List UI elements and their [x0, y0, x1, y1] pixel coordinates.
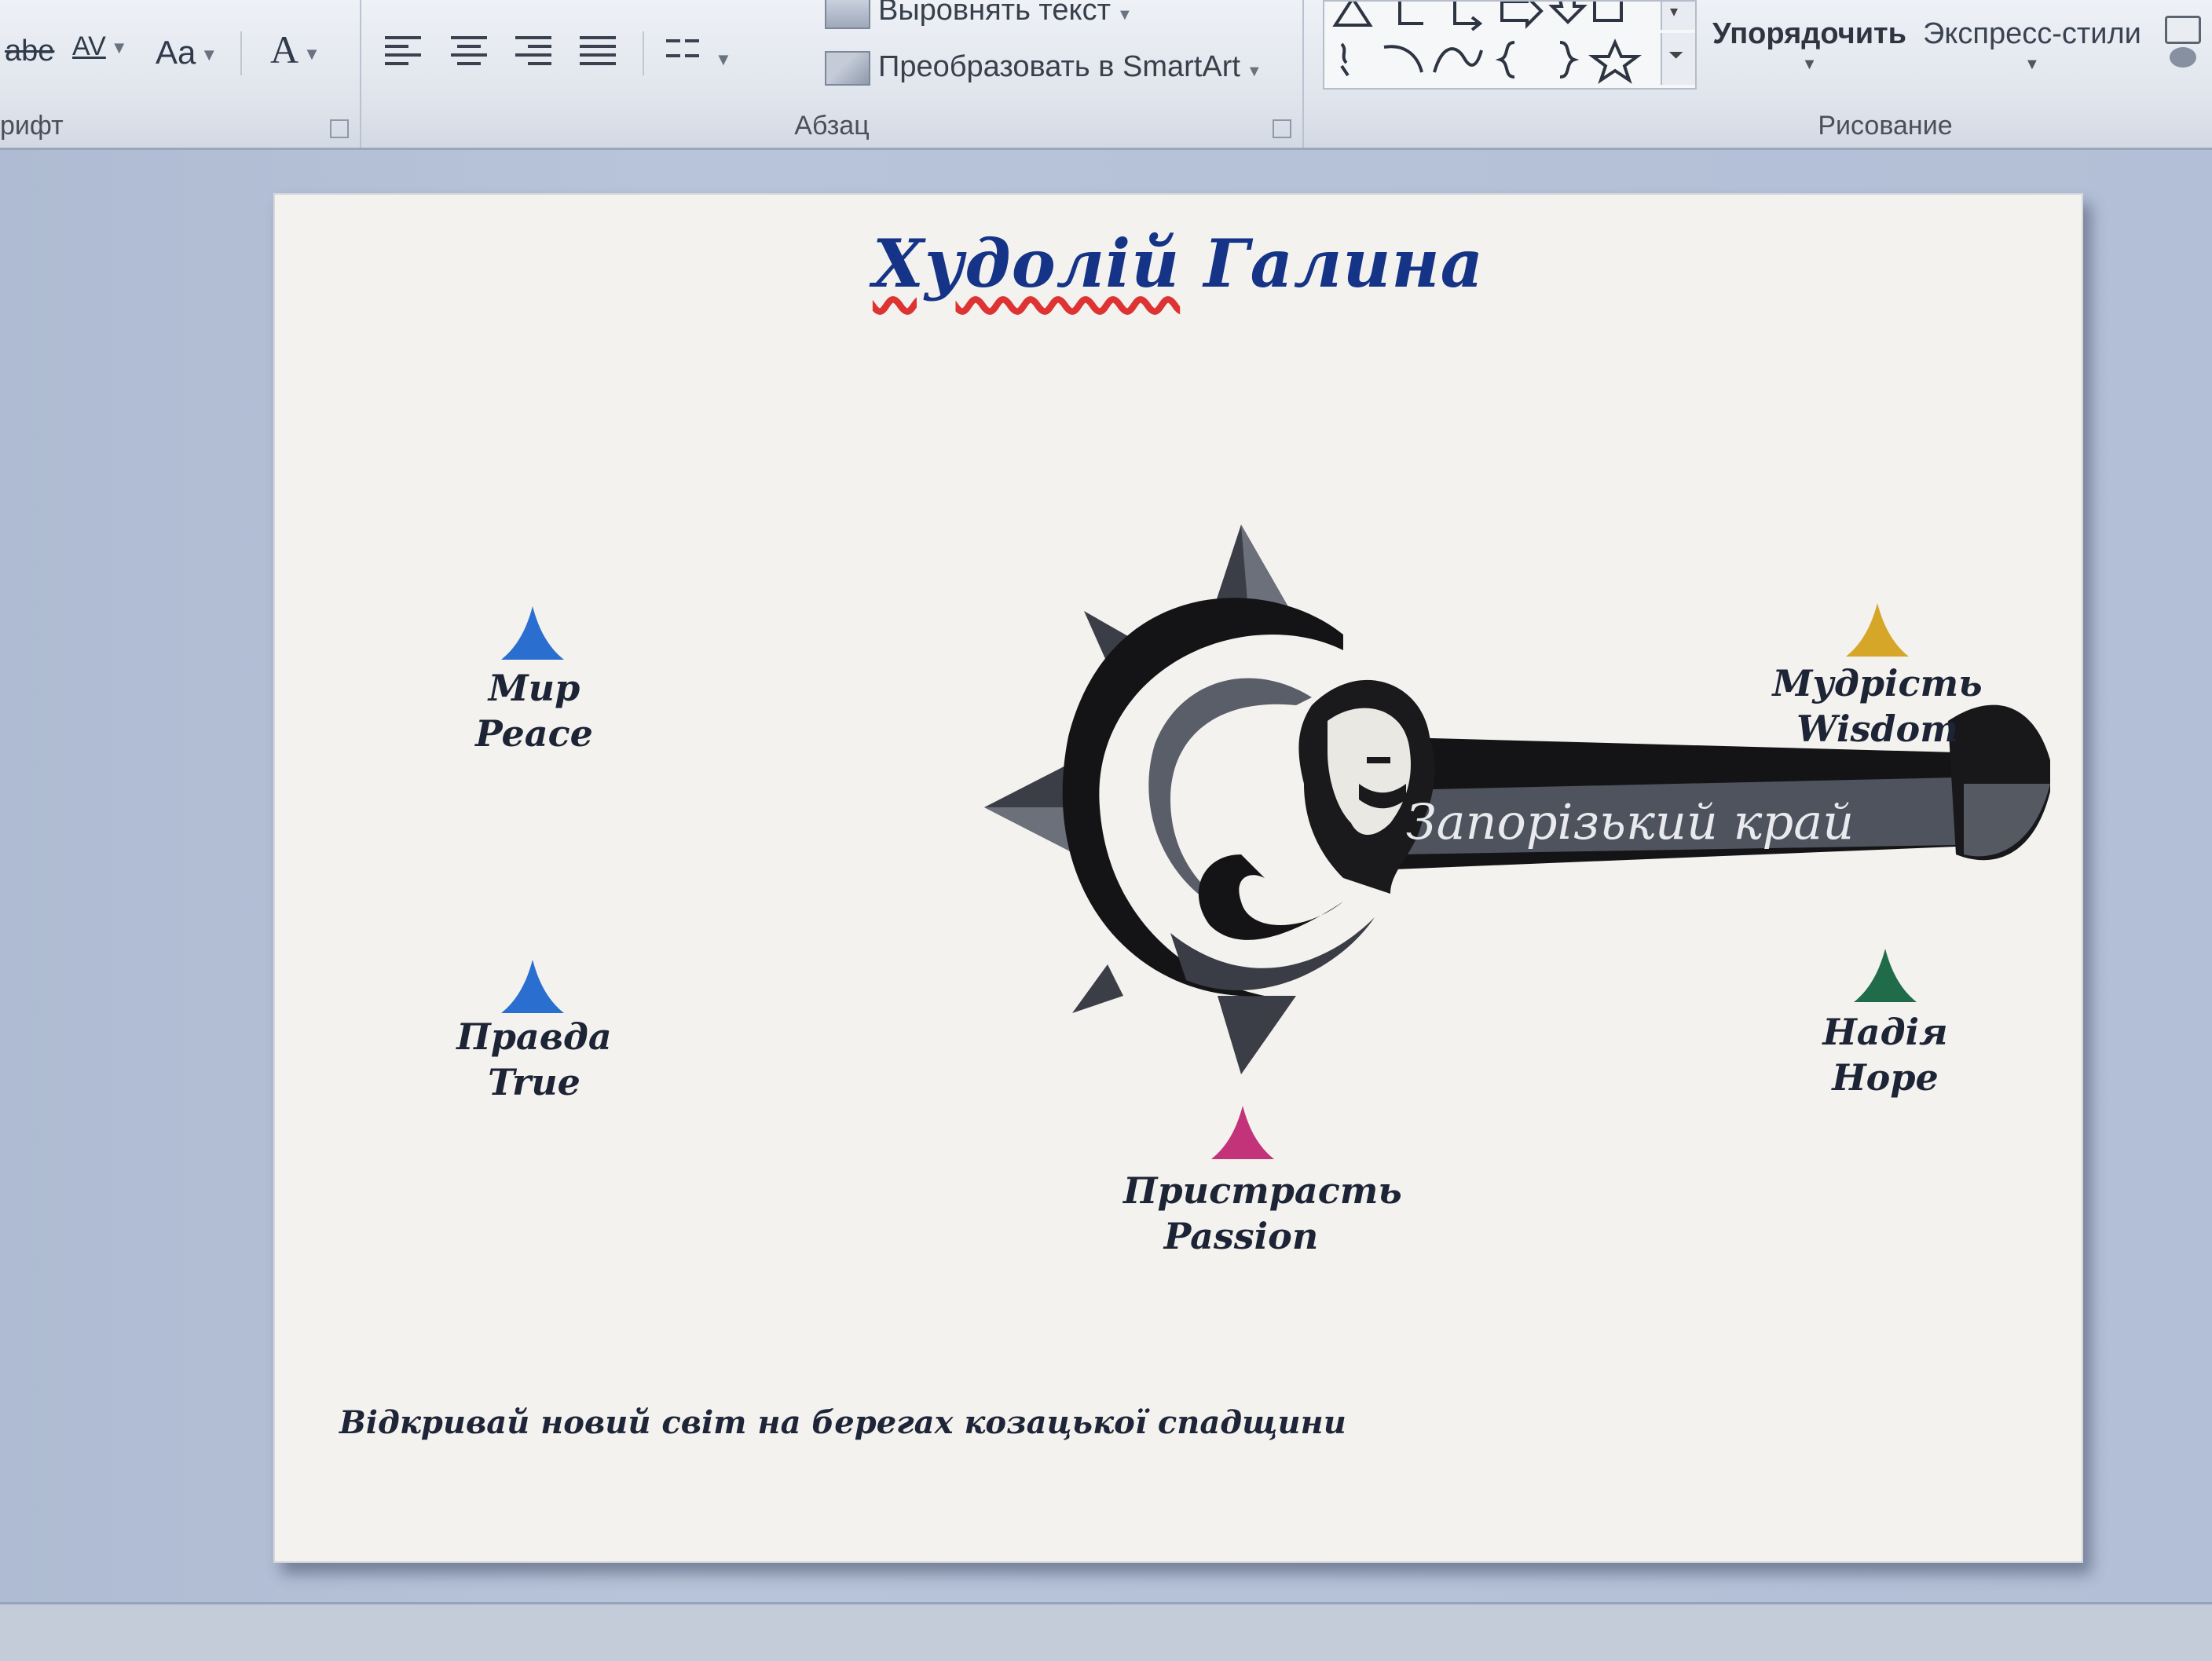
more-icon: ⏷ — [1668, 44, 1684, 66]
value-true-ua: Правда — [456, 1015, 612, 1058]
paragraph-group-label: Абзац — [794, 111, 870, 141]
arrange-button[interactable]: Упорядочить ▼ — [1712, 17, 1906, 74]
value-wisdom: Мудрість Wisdom — [1767, 661, 1987, 752]
columns-icon[interactable] — [666, 36, 702, 68]
value-true-en: True — [488, 1060, 580, 1103]
slide[interactable]: Худолій Галина Запорізький край Мир Peac… — [273, 193, 2083, 1563]
align-text-button[interactable]: Выровнять текст ▼ — [825, 0, 1133, 29]
font-group-label: рифт — [0, 111, 64, 141]
arrange-label: Упорядочить — [1712, 17, 1907, 50]
banner-text: Запорізький край — [1406, 793, 1854, 851]
value-passion: Пристрасть Passion — [1123, 1169, 1402, 1259]
chevron-down-icon: ▼ — [1801, 56, 1818, 73]
value-passion-en: Passion — [1163, 1214, 1319, 1257]
align-right-icon[interactable] — [515, 36, 551, 68]
value-true: Правда True — [448, 1015, 621, 1105]
divider — [643, 31, 644, 75]
slide-title[interactable]: Худолій Галина — [275, 225, 2082, 302]
strikethrough-button[interactable]: abe — [5, 36, 54, 66]
hope-triangle-icon — [1854, 949, 1917, 1002]
scroll-up-button[interactable]: ▾ — [1661, 2, 1695, 30]
ribbon: abe AV ▼ Aa ▼ A ▼ рифт ▼ Выровнять текст ▼ П… — [0, 0, 2212, 150]
align-left-icon[interactable] — [385, 36, 421, 68]
strikethrough-label: abe — [5, 35, 55, 68]
character-spacing-label: AV — [72, 31, 106, 61]
quick-styles-button[interactable]: Экспресс-стили ▼ — [1923, 17, 2141, 74]
chevron-down-icon: ▼ — [200, 44, 218, 64]
convert-smartart-label: Преобразовать в SmartArt — [878, 50, 1240, 83]
convert-smartart-button[interactable]: Преобразовать в SmartArt ▼ — [825, 50, 1262, 86]
value-wisdom-en: Wisdom — [1796, 707, 1958, 750]
smartart-icon — [825, 50, 870, 86]
align-text-label: Выровнять текст — [878, 0, 1111, 27]
wisdom-triangle-icon — [1846, 603, 1909, 657]
quick-styles-label: Экспресс-стили — [1923, 17, 2141, 50]
align-text-icon — [825, 0, 870, 29]
value-peace-en: Peace — [475, 712, 593, 755]
peace-triangle-icon — [501, 606, 564, 660]
align-center-icon[interactable] — [451, 36, 487, 68]
change-case-label: Aa — [156, 34, 196, 71]
font-color-label: A — [270, 27, 299, 71]
status-bar — [0, 1602, 2212, 1661]
slide-tagline[interactable]: Відкривай новий світ на берегах козацько… — [339, 1404, 1346, 1441]
font-color-button[interactable]: A ▼ — [270, 30, 320, 69]
justify-icon[interactable] — [580, 36, 616, 68]
drawing-group-label: Рисование — [1818, 111, 1953, 141]
chevron-down-icon: ▼ — [110, 38, 128, 58]
character-spacing-button[interactable]: AV ▼ — [72, 33, 128, 60]
chevron-down-icon: ▼ — [303, 43, 320, 64]
value-wisdom-ua: Мудрість — [1772, 662, 1983, 704]
shape-fill-icon[interactable] — [2165, 16, 2201, 44]
more-shapes-button[interactable]: ⏷ — [1661, 33, 1695, 85]
chevron-down-icon: ▾ — [1670, 2, 1679, 20]
paragraph-group: ▼ Выровнять текст ▼ Преобразовать в Smart… — [361, 0, 1304, 148]
chevron-down-icon: ▼ — [1117, 6, 1133, 24]
chevron-down-icon: ▼ — [2024, 56, 2040, 73]
value-peace-ua: Мир — [488, 667, 580, 709]
value-hope-en: Hope — [1832, 1056, 1939, 1099]
change-case-button[interactable]: Aa ▼ — [156, 36, 218, 69]
title-first-word: Худолій — [872, 225, 1181, 302]
shapes-gallery[interactable]: ▾ ⏷ — [1323, 0, 1697, 90]
dialog-launcher-icon[interactable] — [1273, 119, 1291, 138]
shape-effects-icon[interactable] — [2170, 47, 2196, 68]
columns-dropdown[interactable]: ▼ — [710, 41, 732, 74]
font-group: abe AV ▼ Aa ▼ A ▼ рифт — [0, 0, 361, 148]
title-second-word: Галина — [1203, 225, 1485, 302]
chevron-down-icon: ▼ — [715, 49, 732, 69]
shapes-gallery-icons — [1332, 2, 1642, 84]
value-peace: Мир Peace — [456, 666, 613, 756]
value-passion-ua: Пристрасть — [1123, 1169, 1402, 1212]
passion-triangle-icon — [1211, 1106, 1274, 1159]
true-triangle-icon — [501, 960, 564, 1013]
chevron-down-icon: ▼ — [1246, 63, 1262, 80]
value-hope-ua: Надія — [1822, 1011, 1948, 1053]
value-hope: Надія Hope — [1799, 1010, 1972, 1100]
dialog-launcher-icon[interactable] — [330, 119, 349, 138]
divider — [240, 31, 242, 75]
